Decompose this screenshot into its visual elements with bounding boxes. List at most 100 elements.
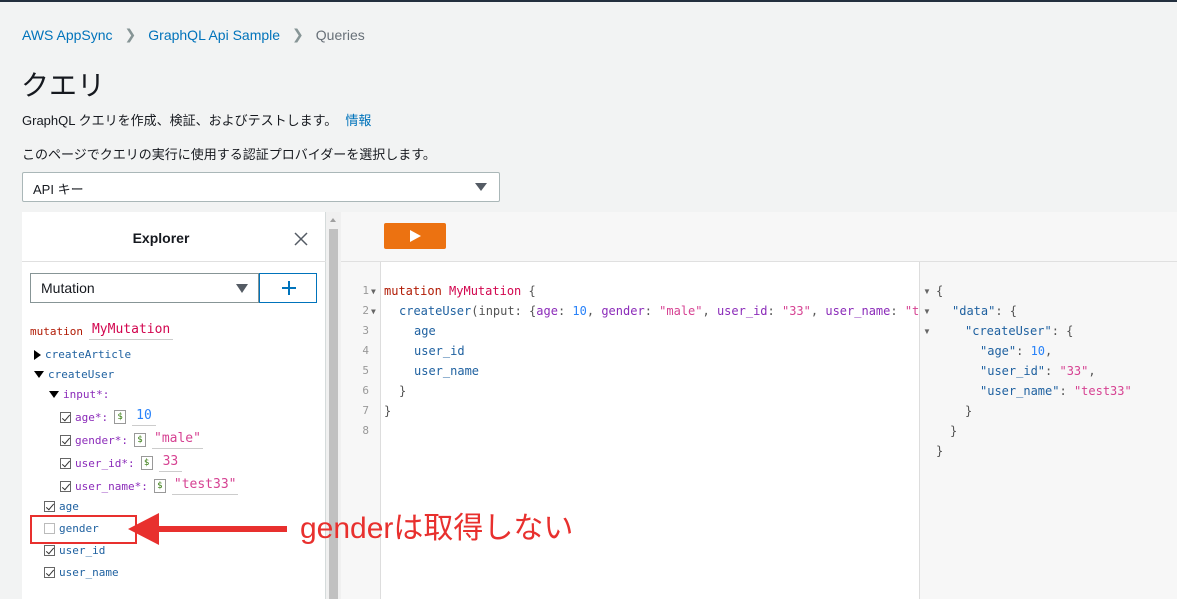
result-line: } (936, 444, 944, 458)
variable-toggle[interactable]: $ (140, 456, 153, 470)
triangle-down-icon (49, 391, 59, 398)
result-line: { (936, 284, 944, 298)
result-line: "age": 10, (980, 344, 1053, 358)
line-number: 1 (362, 284, 369, 297)
auth-provider-value: API キー (33, 182, 84, 197)
code-line: } (399, 384, 407, 398)
chevron-right-icon: ❯ (124, 26, 137, 42)
operation-name-input[interactable]: MyMutation (88, 322, 174, 340)
code-line: createUser(input: {age: 10, gender: "mal… (399, 304, 919, 318)
variable-toggle[interactable]: $ (153, 479, 166, 493)
chevron-right-icon: ❯ (292, 26, 304, 42)
line-number: 2 (362, 304, 369, 317)
arg-label: input*: (63, 388, 110, 401)
result-line: "data": { (952, 304, 1018, 318)
tree-item-createUser[interactable]: createUser (34, 368, 114, 381)
line-number: 3 (362, 324, 369, 337)
line-number: 6 (362, 384, 369, 397)
scroll-up-icon[interactable] (330, 218, 336, 222)
page-description: GraphQL クエリを作成、検証、およびテストします。 情報 (22, 110, 371, 129)
field-label: age (59, 500, 79, 513)
age-value-input[interactable]: 10 (132, 408, 156, 426)
variable-toggle[interactable]: $ (133, 433, 146, 447)
top-border (0, 0, 1177, 2)
line-number: 8 (362, 424, 369, 437)
field-label: user_id (59, 544, 106, 557)
field-row-age[interactable]: age (44, 500, 79, 513)
checkbox[interactable] (60, 434, 71, 446)
arg-label: user_id*: (75, 456, 135, 470)
fold-icon[interactable]: ▼ (923, 307, 931, 316)
explorer-header: Explorer (22, 212, 326, 262)
field-row-user-id[interactable]: user_id (44, 544, 105, 557)
result-line: "createUser": { (965, 324, 1074, 338)
auth-provider-select[interactable]: API キー (22, 172, 500, 202)
field-label: createArticle (45, 348, 132, 361)
triangle-down-icon (34, 371, 44, 378)
checkbox[interactable] (60, 457, 71, 469)
checkbox[interactable] (44, 545, 55, 556)
checkbox[interactable] (44, 567, 55, 578)
operation-type-select[interactable]: Mutation (30, 273, 259, 303)
arg-row-gender[interactable]: gender*: $ "male" (60, 431, 203, 449)
fold-icon[interactable]: ▼ (923, 327, 931, 336)
caret-down-icon (236, 284, 248, 293)
description-text: GraphQL クエリを作成、検証、およびテストします。 (22, 113, 338, 128)
arg-label: age*: (75, 410, 109, 424)
result-line: "user_name": "test33" (980, 384, 1132, 398)
annotation-text: genderは取得しない (300, 512, 574, 545)
editor-toolbar (341, 212, 1177, 262)
close-icon[interactable] (293, 231, 309, 247)
caret-down-icon (475, 183, 487, 191)
page-title: クエリ (21, 70, 106, 101)
highlight-box (30, 515, 137, 544)
checkbox[interactable] (60, 411, 71, 423)
user-id-value-input[interactable]: 33 (158, 454, 183, 472)
breadcrumb-api[interactable]: GraphQL Api Sample (148, 27, 280, 43)
query-editor[interactable]: mutation MyMutation { createUser(input: … (381, 262, 919, 599)
breadcrumb: AWS AppSync ❯ GraphQL Api Sample ❯ Queri… (22, 26, 365, 43)
code-line: user_name (414, 364, 480, 378)
auth-provider-label: このページでクエリの実行に使用する認証プロバイダーを選択します。 (22, 147, 436, 162)
left-arrow-icon (128, 513, 287, 545)
code-line: user_id (414, 344, 465, 358)
triangle-right-icon (34, 349, 41, 360)
operation-type-value: Mutation (41, 280, 95, 296)
line-number: 5 (362, 364, 369, 377)
arg-row-age[interactable]: age*: $ 10 (60, 408, 156, 426)
fold-icon[interactable]: ▼ (371, 307, 376, 316)
checkbox[interactable] (60, 480, 71, 492)
explorer-title: Explorer (132, 230, 190, 246)
arg-label: gender*: (75, 433, 128, 447)
arg-label: user_name*: (75, 479, 148, 493)
run-button[interactable] (384, 223, 446, 249)
code-line: } (384, 404, 392, 418)
operation-header: mutation MyMutation (30, 322, 174, 340)
tree-item-input[interactable]: input*: (49, 388, 109, 401)
field-row-user-name[interactable]: user_name (44, 566, 119, 579)
arg-row-user-name[interactable]: user_name*: $ "test33" (60, 477, 239, 495)
line-number: 7 (362, 404, 369, 417)
variable-toggle[interactable]: $ (114, 410, 127, 424)
breadcrumb-current: Queries (315, 26, 365, 43)
result-viewer[interactable]: { "data": { "createUser": { "age": 10, "… (933, 262, 1177, 599)
play-icon (410, 230, 421, 242)
field-label: user_name (59, 566, 119, 579)
user-name-value-input[interactable]: "test33" (171, 477, 239, 495)
arg-row-user-id[interactable]: user_id*: $ 33 (60, 454, 183, 472)
result-line: } (950, 424, 958, 438)
checkbox[interactable] (44, 501, 55, 512)
operation-keyword: mutation (30, 324, 83, 338)
fold-icon[interactable]: ▼ (923, 287, 931, 296)
info-link[interactable]: 情報 (345, 113, 371, 128)
code-line: mutation MyMutation { (384, 284, 536, 298)
gender-value-input[interactable]: "male" (151, 431, 203, 449)
result-gutter: ▼ ▼ ▼ (919, 262, 933, 599)
breadcrumb-appsync[interactable]: AWS AppSync (22, 27, 113, 43)
line-number: 4 (362, 344, 369, 357)
result-line: } (965, 404, 973, 418)
tree-item-createArticle[interactable]: createArticle (34, 348, 131, 361)
add-operation-button[interactable] (259, 273, 317, 303)
field-label: createUser (48, 368, 115, 381)
fold-icon[interactable]: ▼ (371, 287, 376, 296)
